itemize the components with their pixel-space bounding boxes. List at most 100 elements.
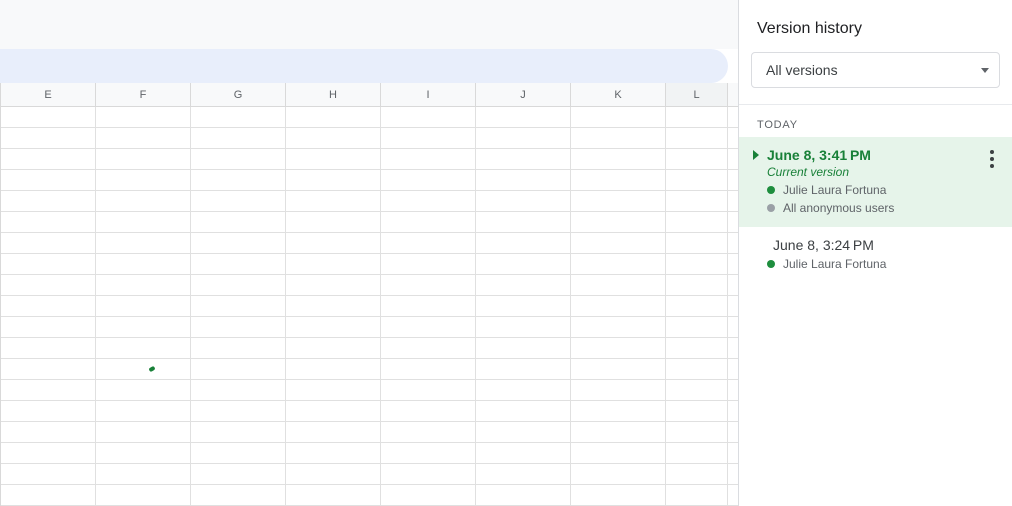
- grid-cell[interactable]: [476, 170, 571, 190]
- grid-cell[interactable]: [381, 107, 476, 127]
- grid-cell[interactable]: [191, 443, 286, 463]
- grid-cell[interactable]: [1, 170, 96, 190]
- grid-cell[interactable]: [476, 485, 571, 505]
- grid-cell[interactable]: [286, 128, 381, 148]
- grid-cell[interactable]: [191, 254, 286, 274]
- sheet-name-bar[interactable]: [0, 49, 728, 83]
- grid-cell[interactable]: [96, 149, 191, 169]
- grid-cell[interactable]: [191, 149, 286, 169]
- grid-cell[interactable]: [191, 359, 286, 379]
- grid-cell[interactable]: [286, 254, 381, 274]
- grid-cell[interactable]: [1, 422, 96, 442]
- grid-cell[interactable]: [666, 149, 728, 169]
- grid-cell[interactable]: [571, 296, 666, 316]
- grid-cell[interactable]: [96, 422, 191, 442]
- grid-cell[interactable]: [1, 380, 96, 400]
- grid-cell[interactable]: [666, 233, 728, 253]
- grid-cell[interactable]: [476, 107, 571, 127]
- grid-cell[interactable]: [286, 317, 381, 337]
- grid-cell[interactable]: [476, 191, 571, 211]
- grid-cell[interactable]: [191, 485, 286, 505]
- grid-cell[interactable]: [666, 275, 728, 295]
- column-header[interactable]: F: [96, 83, 191, 106]
- grid-cell[interactable]: [286, 338, 381, 358]
- column-header[interactable]: G: [191, 83, 286, 106]
- grid-cell[interactable]: [666, 443, 728, 463]
- grid-cell[interactable]: [96, 443, 191, 463]
- grid-cell[interactable]: [666, 464, 728, 484]
- grid-cell[interactable]: [1, 464, 96, 484]
- grid-cell[interactable]: [381, 401, 476, 421]
- grid-cell[interactable]: [1, 275, 96, 295]
- grid-cell[interactable]: [286, 296, 381, 316]
- grid-cell[interactable]: [1, 254, 96, 274]
- grid-cell[interactable]: [1, 296, 96, 316]
- column-header[interactable]: J: [476, 83, 571, 106]
- grid-cell[interactable]: [571, 128, 666, 148]
- grid-cell[interactable]: [1, 212, 96, 232]
- column-header[interactable]: H: [286, 83, 381, 106]
- grid-cell[interactable]: [381, 233, 476, 253]
- grid-cell[interactable]: [666, 296, 728, 316]
- grid-cell[interactable]: [96, 107, 191, 127]
- grid-cell[interactable]: [191, 191, 286, 211]
- grid-cell[interactable]: [476, 443, 571, 463]
- grid-cell[interactable]: [1, 233, 96, 253]
- grid-cell[interactable]: [96, 275, 191, 295]
- grid-cell[interactable]: [571, 338, 666, 358]
- grid-cell[interactable]: [191, 380, 286, 400]
- grid-cell[interactable]: [191, 317, 286, 337]
- grid-cell[interactable]: [571, 422, 666, 442]
- grid-cell[interactable]: [571, 149, 666, 169]
- grid-cell[interactable]: [476, 401, 571, 421]
- grid-cell[interactable]: [191, 338, 286, 358]
- grid-cell[interactable]: [286, 485, 381, 505]
- grid-cell[interactable]: [286, 401, 381, 421]
- grid-cell[interactable]: [381, 212, 476, 232]
- grid-cell[interactable]: [571, 443, 666, 463]
- grid-cell[interactable]: [476, 149, 571, 169]
- grid-cell[interactable]: [476, 254, 571, 274]
- grid-cell[interactable]: [666, 191, 728, 211]
- grid-cell[interactable]: [286, 212, 381, 232]
- grid-cell[interactable]: [571, 485, 666, 505]
- grid-cell[interactable]: [571, 380, 666, 400]
- grid-cell[interactable]: [191, 107, 286, 127]
- grid-cell[interactable]: [96, 338, 191, 358]
- column-header[interactable]: I: [381, 83, 476, 106]
- grid-cell[interactable]: [96, 317, 191, 337]
- grid-cell[interactable]: [1, 128, 96, 148]
- grid-cell[interactable]: [666, 422, 728, 442]
- grid-cell[interactable]: [286, 107, 381, 127]
- grid-cell[interactable]: [286, 275, 381, 295]
- grid-cell[interactable]: [571, 191, 666, 211]
- grid-cell[interactable]: [286, 422, 381, 442]
- grid-cell[interactable]: [1, 359, 96, 379]
- grid-cell[interactable]: [286, 149, 381, 169]
- grid-cell[interactable]: [191, 128, 286, 148]
- grid-cell[interactable]: [571, 464, 666, 484]
- grid-cell[interactable]: [191, 296, 286, 316]
- grid-cell[interactable]: [476, 338, 571, 358]
- version-filter-dropdown[interactable]: All versions: [751, 52, 1000, 88]
- grid-cell[interactable]: [666, 485, 728, 505]
- grid-cell[interactable]: [476, 317, 571, 337]
- grid-cell[interactable]: [191, 401, 286, 421]
- column-header[interactable]: L: [666, 83, 728, 106]
- grid-cell[interactable]: [666, 128, 728, 148]
- grid-cell[interactable]: [96, 380, 191, 400]
- grid-cell[interactable]: [286, 233, 381, 253]
- grid-cell[interactable]: [666, 380, 728, 400]
- grid-cell[interactable]: [476, 422, 571, 442]
- grid-cell[interactable]: [96, 191, 191, 211]
- grid-cell[interactable]: [286, 464, 381, 484]
- grid-cell[interactable]: [1, 107, 96, 127]
- grid-cell[interactable]: [1, 443, 96, 463]
- grid-cell[interactable]: [381, 485, 476, 505]
- grid-cell[interactable]: [1, 338, 96, 358]
- grid-cell[interactable]: [666, 212, 728, 232]
- grid-cell[interactable]: [666, 338, 728, 358]
- grid-cell[interactable]: [191, 212, 286, 232]
- grid-cell[interactable]: [96, 485, 191, 505]
- grid-cell[interactable]: [476, 212, 571, 232]
